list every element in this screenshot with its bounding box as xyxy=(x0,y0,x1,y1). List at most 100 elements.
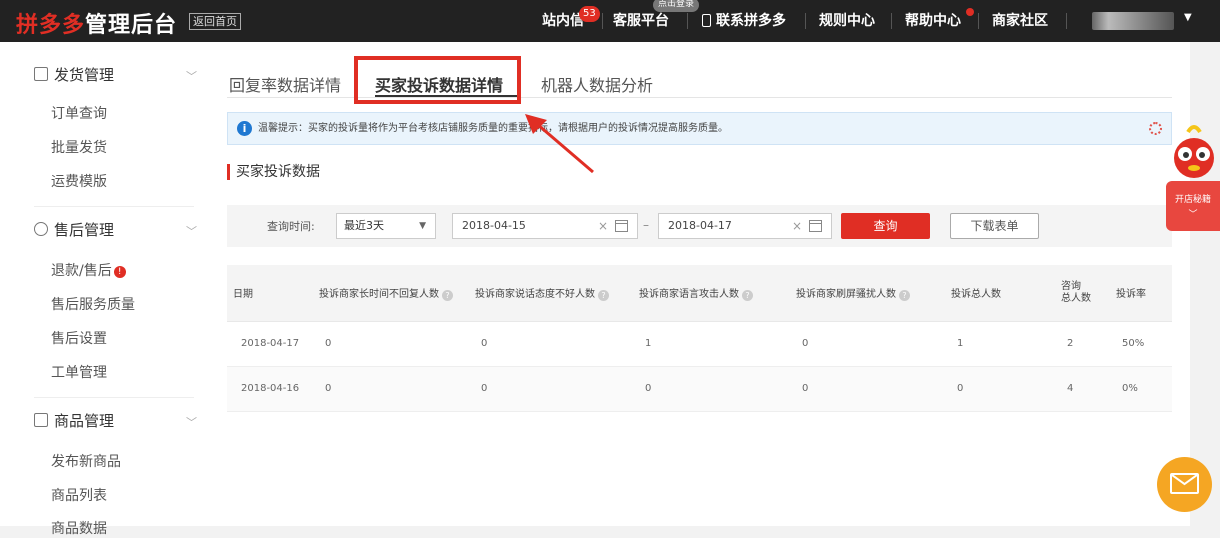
calendar-icon[interactable] xyxy=(615,220,628,232)
sidebar-item-product-data[interactable]: 商品数据 xyxy=(51,518,107,538)
nav-contact[interactable]: 联系拼多多 xyxy=(702,0,786,42)
back-home-link[interactable]: 返回首页 xyxy=(189,13,241,30)
nav-help[interactable]: 帮助中心 xyxy=(905,0,961,42)
nav-service[interactable]: 客服平台 xyxy=(613,0,669,42)
col-label: 投诉商家说话态度不好人数 xyxy=(475,288,595,300)
nav-messages[interactable]: 站内信 xyxy=(542,0,584,42)
help-icon[interactable]: ? xyxy=(899,289,910,301)
nav-divider xyxy=(602,13,603,29)
logo-title: 管理后台 xyxy=(85,13,178,38)
phone-icon xyxy=(702,14,711,27)
tab-robot-analysis[interactable]: 机器人数据分析 xyxy=(541,72,653,96)
col-label: 投诉商家语言攻击人数 xyxy=(639,288,739,300)
nav-rules-label: 规则中心 xyxy=(819,13,875,29)
sidebar-item-batch-ship[interactable]: 批量发货 xyxy=(51,137,107,157)
col-verbal-attack: 投诉商家语言攻击人数? xyxy=(633,265,790,322)
cell-value: 1 xyxy=(945,321,1055,367)
sidebar-group-shipping[interactable]: 发货管理 xyxy=(34,64,114,85)
date-range-value: 最近3天 xyxy=(344,219,384,232)
clear-icon[interactable]: × xyxy=(598,214,608,238)
cell-value: 0 xyxy=(313,366,469,412)
end-date-input[interactable]: 2018-04-17 × xyxy=(658,213,832,239)
sidebar-group-label: 售后管理 xyxy=(54,221,115,239)
chevron-down-icon[interactable]: ﹀ xyxy=(186,68,197,84)
open-shop-tips-tab[interactable]: 开店秘籍 ﹀ xyxy=(1166,181,1220,231)
cell-value: 0% xyxy=(1110,366,1172,412)
help-notification-dot xyxy=(966,8,974,16)
caret-down-icon[interactable]: ▼ xyxy=(1184,12,1192,23)
sidebar-item-freight-template[interactable]: 运费模版 xyxy=(51,171,107,191)
open-shop-tips-label: 开店秘籍 xyxy=(1174,195,1211,205)
help-icon[interactable]: ? xyxy=(442,289,453,301)
sidebar-divider xyxy=(34,206,194,207)
table-row: 2018-04-17 0 0 1 0 1 2 50% xyxy=(227,321,1172,367)
start-date-value: 2018-04-15 xyxy=(462,219,526,232)
col-spam: 投诉商家刷屏骚扰人数? xyxy=(790,265,945,322)
nav-divider xyxy=(891,13,892,29)
sidebar-group-products[interactable]: 商品管理 xyxy=(34,410,114,431)
notice-text: 温馨提示：买家的投诉量将作为平台考核店铺服务质量的重要指标，请根据用户的投诉情况… xyxy=(258,123,728,134)
annotation-highlight-box xyxy=(354,56,521,104)
cell-value: 4 xyxy=(1055,366,1110,412)
nav-community[interactable]: 商家社区 xyxy=(992,0,1048,42)
clear-icon[interactable]: × xyxy=(792,214,802,238)
download-button[interactable]: 下载表单 xyxy=(950,213,1039,239)
query-time-label: 查询时间: xyxy=(267,220,315,233)
loading-icon xyxy=(1149,122,1162,135)
table-header-row: 日期 投诉商家长时间不回复人数? 投诉商家说话态度不好人数? 投诉商家语言攻击人… xyxy=(227,265,1172,322)
date-range-select[interactable]: 最近3天 ▼ xyxy=(336,213,436,239)
sidebar-group-after-sales[interactable]: 售后管理 xyxy=(34,219,114,240)
shipping-icon xyxy=(34,67,48,81)
message-button[interactable] xyxy=(1157,457,1212,512)
logo-brand: 拼多多 xyxy=(16,13,86,38)
cell-value: 2 xyxy=(1055,321,1110,367)
user-account-avatar[interactable] xyxy=(1092,12,1174,30)
cell-date: 2018-04-17 xyxy=(227,321,313,367)
notice-banner: i 温馨提示：买家的投诉量将作为平台考核店铺服务质量的重要指标，请根据用户的投诉… xyxy=(227,112,1172,145)
cell-value: 0 xyxy=(469,366,633,412)
cell-value: 0 xyxy=(945,366,1055,412)
cell-value: 50% xyxy=(1110,321,1172,367)
messages-count-badge: 53 xyxy=(579,6,600,22)
help-icon[interactable]: ? xyxy=(742,289,753,301)
main-content: 回复率数据详情 买家投诉数据详情 机器人数据分析 i 温馨提示：买家的投诉量将作… xyxy=(209,42,1190,526)
sidebar-item-publish-product[interactable]: 发布新商品 xyxy=(51,451,121,471)
query-button[interactable]: 查询 xyxy=(841,213,930,239)
nav-divider xyxy=(978,13,979,29)
app-logo[interactable]: 拼多多管理后台 xyxy=(16,7,177,39)
nav-divider xyxy=(687,13,688,29)
sidebar-item-order-query[interactable]: 订单查询 xyxy=(51,103,107,123)
section-title: 买家投诉数据 xyxy=(227,164,320,180)
caret-down-icon: ▼ xyxy=(419,221,426,231)
mascot-icon[interactable] xyxy=(1168,124,1220,182)
sidebar-item-after-sales-settings[interactable]: 售后设置 xyxy=(51,328,107,348)
nav-rules[interactable]: 规则中心 xyxy=(819,0,875,42)
sidebar-item-service-quality[interactable]: 售后服务质量 xyxy=(51,294,135,314)
chevron-down-icon: ﹀ xyxy=(1188,210,1198,220)
start-date-input[interactable]: 2018-04-15 × xyxy=(452,213,638,239)
help-icon[interactable]: ? xyxy=(598,289,609,301)
sidebar-divider xyxy=(34,397,194,398)
sidebar-item-refund[interactable]: 退款/售后! xyxy=(51,260,126,280)
chevron-down-icon[interactable]: ﹀ xyxy=(186,223,197,239)
sidebar-item-product-list[interactable]: 商品列表 xyxy=(51,485,107,505)
nav-community-label: 商家社区 xyxy=(992,13,1048,29)
col-bad-attitude: 投诉商家说话态度不好人数? xyxy=(469,265,633,322)
col-label: 投诉商家刷屏骚扰人数 xyxy=(796,288,896,300)
cell-date: 2018-04-16 xyxy=(227,366,313,412)
col-date: 日期 xyxy=(227,265,313,322)
refund-alert-badge: ! xyxy=(113,266,126,278)
complaints-table: 日期 投诉商家长时间不回复人数? 投诉商家说话态度不好人数? 投诉商家语言攻击人… xyxy=(227,265,1172,412)
calendar-icon[interactable] xyxy=(809,220,822,232)
chevron-down-icon[interactable]: ﹀ xyxy=(186,414,197,430)
nav-divider xyxy=(1066,13,1067,29)
info-icon: i xyxy=(237,121,252,136)
tab-reply-rate[interactable]: 回复率数据详情 xyxy=(229,72,341,96)
sidebar-item-ticket-management[interactable]: 工单管理 xyxy=(51,362,107,382)
after-sales-icon xyxy=(34,222,48,236)
col-label: 总人数 xyxy=(1061,292,1091,304)
nav-divider xyxy=(805,13,806,29)
cell-value: 0 xyxy=(790,321,945,367)
nav-service-label: 客服平台 xyxy=(613,13,669,29)
sidebar-group-label: 发货管理 xyxy=(54,66,115,84)
